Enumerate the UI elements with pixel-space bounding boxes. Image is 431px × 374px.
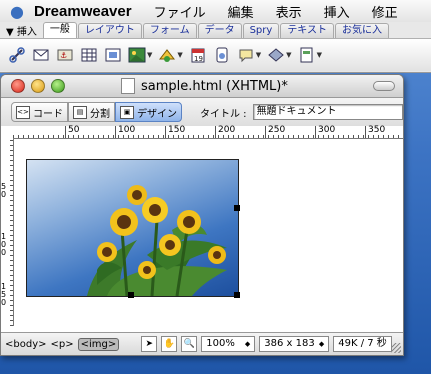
- status-bar: <body> <p> <img> ➤ ✋ 🔍 100% ◆ 386 x 183 …: [1, 332, 403, 355]
- ruler-label-200: 200: [218, 125, 236, 135]
- hand-tool-icon[interactable]: ✋: [161, 336, 178, 352]
- window-size-select[interactable]: 386 x 183 ◆: [259, 336, 330, 352]
- zoom-select[interactable]: 100% ◆: [201, 336, 256, 352]
- zoom-tool-icon[interactable]: 🔍: [181, 336, 198, 352]
- insert-bar: ▼ 挿入 一般 レイアウト フォーム データ Spry テキスト お気に入 ⚓ …: [0, 22, 431, 73]
- insert-bar-title[interactable]: ▼ 挿入: [6, 23, 37, 38]
- vertical-ruler: 50 100 150: [1, 138, 14, 326]
- minimize-button[interactable]: [31, 79, 45, 93]
- insert-tab-row: ▼ 挿入 一般 レイアウト フォーム データ Spry テキスト お気に入: [0, 22, 431, 38]
- zoom-button[interactable]: [51, 79, 65, 93]
- ruler-label-250: 250: [268, 125, 286, 135]
- window-resize-grip[interactable]: [391, 343, 401, 353]
- download-time: 49K / 7 秒: [333, 336, 392, 352]
- table-icon[interactable]: [80, 46, 98, 64]
- document-file-icon: [121, 78, 135, 94]
- menu-modify[interactable]: 修正: [372, 2, 398, 21]
- close-button[interactable]: [11, 79, 25, 93]
- tag-selector-p[interactable]: <p>: [51, 339, 74, 350]
- title-field-label: タイトル :: [200, 108, 247, 120]
- tab-data[interactable]: データ: [197, 23, 242, 38]
- image-dropdown-icon[interactable]: ▼: [147, 51, 152, 59]
- ruler-label-100: 100: [118, 125, 136, 135]
- resize-handle-corner[interactable]: [234, 292, 240, 298]
- document-titlebar[interactable]: sample.html (XHTML)*: [1, 75, 403, 98]
- svg-text:⚓: ⚓: [60, 51, 67, 60]
- title-field[interactable]: 無題ドキュメント: [252, 104, 403, 120]
- date-icon[interactable]: 19: [189, 46, 207, 64]
- media-icon[interactable]: [158, 46, 176, 64]
- tab-favorites[interactable]: お気に入: [335, 23, 390, 38]
- media-dropdown-icon[interactable]: ▼: [177, 51, 182, 59]
- ruler-label-350: 350: [368, 125, 386, 135]
- template-dropdown-icon[interactable]: ▼: [317, 51, 322, 59]
- image-icon[interactable]: [128, 46, 146, 64]
- ruler-label-300: 300: [318, 125, 336, 135]
- document-title: sample.html (XHTML)*: [121, 78, 288, 94]
- split-view-button[interactable]: ▤ 分割: [68, 102, 115, 122]
- vruler-label-150: 150: [1, 282, 7, 307]
- design-view-icon: ▣: [120, 105, 134, 119]
- toolbar-toggle-button[interactable]: [373, 81, 395, 91]
- split-view-label: 分割: [90, 108, 110, 120]
- menu-view[interactable]: 表示: [276, 2, 302, 21]
- vruler-label-100: 100: [1, 232, 7, 257]
- tab-common[interactable]: 一般: [42, 22, 77, 38]
- design-view-label: デザイン: [137, 108, 177, 120]
- vruler-label-50: 50: [1, 182, 7, 199]
- menu-bar: ● Dreamweaver ファイル 編集 表示 挿入 修正: [0, 0, 431, 23]
- tag-selector-body[interactable]: <body>: [5, 339, 47, 350]
- horizontal-ruler: 50 100 150 200 250 300 350: [13, 125, 403, 139]
- ruler-label-150: 150: [168, 125, 186, 135]
- ruler-label-50: 50: [68, 125, 80, 135]
- apple-menu-icon[interactable]: ●: [0, 2, 34, 21]
- menu-edit[interactable]: 編集: [228, 2, 254, 21]
- design-view-button[interactable]: ▣ デザイン: [115, 102, 182, 122]
- resize-handle-bottom[interactable]: [128, 292, 134, 298]
- layer-icon[interactable]: [104, 46, 122, 64]
- insert-icon-row: ⚓ ▼ ▼ 19 ▼ ▼ ▼: [0, 38, 431, 71]
- document-title-text: sample.html (XHTML)*: [141, 78, 288, 94]
- tag-selector-img[interactable]: <img>: [77, 337, 120, 351]
- comment-icon[interactable]: [237, 46, 255, 64]
- sunflower-image[interactable]: [26, 159, 239, 297]
- head-tag-icon[interactable]: [267, 46, 285, 64]
- window-size-chevron-icon: ◆: [318, 340, 325, 348]
- menu-insert[interactable]: 挿入: [324, 2, 350, 21]
- menu-file[interactable]: ファイル: [154, 2, 206, 21]
- zoom-chevron-icon: ◆: [244, 340, 251, 348]
- named-anchor-icon[interactable]: ⚓: [56, 46, 74, 64]
- comment-dropdown-icon[interactable]: ▼: [256, 51, 261, 59]
- sunflower-illustration: [87, 185, 227, 296]
- app-menu[interactable]: Dreamweaver: [34, 3, 132, 20]
- design-canvas[interactable]: [14, 139, 403, 326]
- email-link-icon[interactable]: [32, 46, 50, 64]
- template-icon[interactable]: [298, 46, 316, 64]
- pointer-tool-icon[interactable]: ➤: [141, 336, 158, 352]
- document-window: sample.html (XHTML)* <> コード ▤ 分割 ▣ デザイン …: [0, 74, 404, 356]
- document-toolbar: <> コード ▤ 分割 ▣ デザイン タイトル : 無題ドキュメント: [1, 98, 403, 127]
- code-view-button[interactable]: <> コード: [11, 102, 68, 122]
- server-side-include-icon[interactable]: [213, 46, 231, 64]
- head-dropdown-icon[interactable]: ▼: [286, 51, 291, 59]
- hyperlink-icon[interactable]: [8, 46, 26, 64]
- tab-layout[interactable]: レイアウト: [77, 23, 142, 38]
- zoom-value: 100%: [206, 338, 235, 349]
- split-view-icon: ▤: [73, 105, 87, 119]
- tab-spry[interactable]: Spry: [242, 23, 280, 38]
- tab-forms[interactable]: フォーム: [142, 23, 197, 38]
- code-view-label: コード: [33, 108, 63, 120]
- svg-text:19: 19: [194, 55, 203, 63]
- resize-handle-right[interactable]: [234, 205, 240, 211]
- code-view-icon: <>: [16, 105, 30, 119]
- tab-text[interactable]: テキスト: [280, 23, 335, 38]
- window-size-value: 386 x 183: [264, 338, 315, 349]
